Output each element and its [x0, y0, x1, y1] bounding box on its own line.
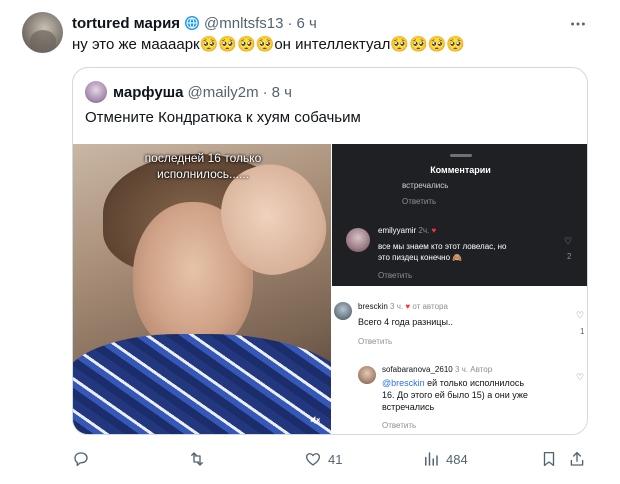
separator-dot: · [287, 14, 293, 32]
comment-like-count: 2 [567, 252, 572, 261]
commenter-avatar [334, 302, 352, 320]
comment-text-line-2: это пиздец конечно 🙈 [378, 253, 463, 262]
mute-icon[interactable] [309, 414, 323, 428]
video-blanket [73, 334, 331, 434]
comments-screenshot[interactable]: Комментарии встречались Ответить emilyya… [332, 144, 587, 434]
separator-dot: · [262, 83, 268, 101]
sheet-handle [450, 154, 472, 157]
comment-text-line-1: @bresckin ей только исполнилось [382, 378, 524, 389]
comment-like-icon: ♡ [564, 236, 573, 246]
bookmark-button[interactable] [540, 445, 558, 473]
heart-icon: ♥ [405, 302, 411, 311]
comment-text-rest: ей только исполнилось [424, 378, 525, 388]
comment-meta: sofabaranova_2610 3 ч. Автор [382, 364, 492, 375]
author-avatar[interactable] [22, 12, 63, 53]
tweet-time[interactable]: 6 ч [296, 15, 316, 32]
share-button[interactable] [568, 445, 586, 473]
reply-icon [74, 452, 88, 467]
comment-age: 3 ч. [390, 302, 404, 311]
comments-title: Комментарии [430, 165, 491, 175]
reply-button[interactable] [72, 445, 90, 473]
bookmark-icon [543, 451, 555, 467]
author-badge: от автора [412, 302, 448, 311]
share-icon [570, 451, 584, 466]
retweet-button[interactable] [188, 445, 206, 473]
comment-user: emilyyamir [378, 226, 417, 235]
author-name[interactable]: tortured мария [72, 15, 180, 32]
more-icon[interactable] [568, 14, 588, 34]
comment-reply-link: Ответить [358, 337, 393, 346]
comment-text-line-2: 16. До этого ей было 15) а они уже [382, 390, 528, 400]
comment-text-line-3: встречались [382, 402, 435, 412]
quoted-tweet-text: Отмените Кондратюка к хуям собачьим [85, 109, 361, 126]
quoted-tweet-time: 8 ч [271, 83, 292, 101]
comment-like-count: 1 [580, 327, 585, 336]
quoted-tweet-header: марфуша @maily2m · 8 ч [113, 81, 292, 103]
video-caption-line-2: исполнилось...... [156, 167, 249, 181]
comment-age: 3 ч. [454, 365, 469, 374]
comment-user: bresckin [358, 302, 388, 311]
video-caption-line-1: последней 16 только [144, 151, 262, 165]
commenter-avatar [358, 366, 376, 384]
author-badge: Автор [470, 365, 493, 374]
comment-age: 2ч. [418, 226, 430, 235]
views-button[interactable]: 484 [422, 445, 468, 473]
like-button[interactable]: 41 [304, 445, 342, 473]
comment-text-line-1: Всего 4 года разницы.. [358, 317, 453, 327]
commenter-avatar [346, 228, 370, 252]
dark-comments-panel: Комментарии встречались Ответить emilyya… [332, 144, 587, 286]
prev-reply-link: Ответить [402, 197, 437, 206]
comment-meta: emilyyamir 2ч. ♥ [378, 225, 436, 236]
comment-meta: bresckin 3 ч. ♥ от автора [358, 301, 448, 312]
quoted-author-avatar[interactable] [85, 81, 107, 103]
quoted-author-handle: @maily2m [187, 83, 259, 101]
quoted-media[interactable]: последней 16 только исполнилось...... Ко… [73, 144, 587, 434]
views-count: 484 [446, 451, 468, 467]
verified-badge-icon [184, 15, 200, 31]
video-caption: последней 16 только исполнилось...... [133, 150, 273, 182]
prev-comment-line: встречались [402, 181, 449, 190]
quoted-author-name: марфуша [113, 83, 184, 101]
like-count: 41 [328, 451, 343, 467]
tweet-text: ну это же маааарк🥺🥺🥺🥺он интеллектуал🥺🥺🥺🥺 [72, 36, 466, 53]
comment-like-icon: ♡ [576, 372, 585, 382]
author-handle[interactable]: @mnltsfs13 [204, 15, 283, 32]
comment-reply-link: Ответить [382, 421, 417, 430]
video-thumbnail[interactable]: последней 16 только исполнилось...... [73, 144, 331, 434]
comment-text-line-1: все мы знаем кто этот ловелас, но [378, 242, 507, 251]
comment-reply-link: Ответить [378, 271, 413, 280]
quoted-tweet[interactable]: марфуша @maily2m · 8 ч Отмените Кондратю… [72, 67, 588, 435]
action-bar: 41 484 [72, 445, 588, 473]
comment-mention: @bresckin [382, 378, 425, 388]
comment-user: sofabaranova_2610 [382, 365, 453, 374]
like-icon [305, 453, 321, 466]
retweet-icon [191, 452, 203, 466]
tweet-header: tortured мария @mnltsfs13 · 6 ч [72, 12, 317, 34]
comment-like-icon: ♡ [576, 310, 585, 320]
heart-icon: ♥ [431, 226, 437, 235]
views-icon [425, 452, 438, 466]
tweet[interactable]: tortured мария @mnltsfs13 · 6 ч ну это ж… [0, 0, 620, 484]
